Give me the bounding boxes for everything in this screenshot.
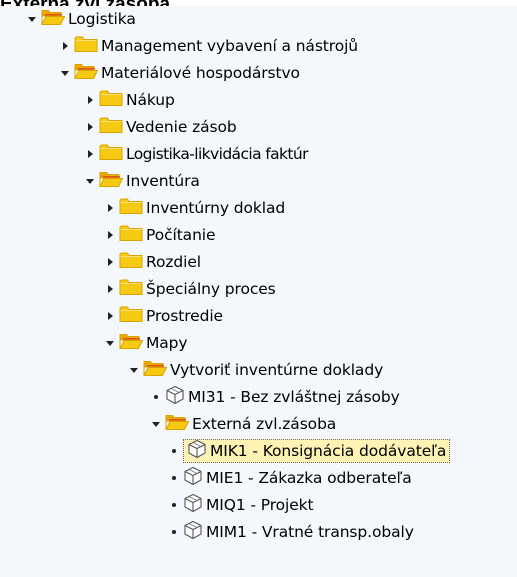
folder-icon <box>99 89 123 111</box>
tree-node-label: Prostredie <box>146 307 223 325</box>
tree-node-logistika[interactable]: Logistika <box>0 6 517 32</box>
tree-node-specialny-proces[interactable]: Špeciálny proces <box>0 276 517 302</box>
tree-node-inventurny-doklad[interactable]: Inventúrny doklad <box>0 195 517 221</box>
folder-icon <box>119 224 143 246</box>
expand-arrow-down-icon[interactable] <box>128 364 140 376</box>
folder-icon <box>119 251 143 273</box>
tree-node-label: Management vybavení a nástrojů <box>101 37 359 55</box>
tree-node-mi31-bez-zvlastnej-zasoby[interactable]: MI31 - Bez zvláštnej zásoby <box>0 384 517 410</box>
tree-node-materialove-hospodarstvo[interactable]: Materiálové hospodárstvo <box>0 60 517 86</box>
transaction-cube-icon <box>165 385 185 409</box>
tree-node-mim1-vratne-transp-obaly[interactable]: MIM1 - Vratné transp.obaly <box>0 519 517 545</box>
selection-highlight[interactable]: MIK1 - Konsignácia dodávateľa <box>183 439 451 463</box>
expand-arrow-down-icon[interactable] <box>150 418 162 430</box>
bullet-icon <box>168 499 180 511</box>
expand-arrow-down-icon[interactable] <box>104 337 116 349</box>
tree-node-label: MIM1 - Vratné transp.obaly <box>206 523 414 541</box>
folder-open-icon <box>119 332 144 354</box>
tree-node-vytvorit-inventurne-doklady[interactable]: Vytvoriť inventúrne doklady <box>0 357 517 383</box>
transaction-cube-icon <box>187 439 207 463</box>
folder-open-icon <box>99 170 124 192</box>
tree-node-externa-zvl-zasoba[interactable]: Externá zvl.zásoba <box>0 411 517 437</box>
tree-node-logistika-likvidacia-faktur[interactable]: Logistika-likvidácia faktúr <box>0 141 517 167</box>
tree-node-label: MIQ1 - Projekt <box>206 496 314 514</box>
tree-node-nakup[interactable]: Nákup <box>0 87 517 113</box>
tree-node-label: MIK1 - Konsignácia dodávateľa <box>210 442 447 460</box>
tree-node-label: Inventúrny doklad <box>146 199 286 217</box>
expand-arrow-down-icon[interactable] <box>59 67 71 79</box>
tree-node-management-vybaveni-a-nastroju[interactable]: Management vybavení a nástrojů <box>0 33 517 59</box>
folder-open-icon <box>41 8 66 30</box>
tree-node-inventura[interactable]: Inventúra <box>0 168 517 194</box>
folder-open-icon <box>143 359 168 381</box>
expand-arrow-down-icon[interactable] <box>26 13 38 25</box>
tree-node-label: Inventúra <box>126 172 200 190</box>
tree-node-miq1-projekt[interactable]: MIQ1 - Projekt <box>0 492 517 518</box>
expand-arrow-right-icon[interactable] <box>104 229 116 241</box>
folder-icon <box>74 35 98 57</box>
tree-node-mik1-konsignacia-dodavatela[interactable]: MIK1 - Konsignácia dodávateľa <box>0 438 517 464</box>
expand-arrow-right-icon[interactable] <box>84 94 96 106</box>
tree-node-mapy[interactable]: Mapy <box>0 330 517 356</box>
bullet-icon <box>168 472 180 484</box>
folder-icon <box>119 305 143 327</box>
tree-node-label: MI31 - Bez zvláštnej zásoby <box>188 388 400 406</box>
transaction-cube-icon <box>183 466 203 490</box>
transaction-cube-icon <box>183 520 203 544</box>
folder-icon <box>119 197 143 219</box>
menu-tree: Logistika Management vybavení a nástrojů… <box>0 6 517 577</box>
tree-node-mie1-zakazka-odberatela[interactable]: MIE1 - Zákazka odberateľa <box>0 465 517 491</box>
bullet-icon <box>168 526 180 538</box>
expand-arrow-right-icon[interactable] <box>104 202 116 214</box>
expand-arrow-right-icon[interactable] <box>84 121 96 133</box>
folder-icon <box>99 143 123 165</box>
bullet-icon <box>150 391 162 403</box>
tree-node-label: Rozdiel <box>146 253 201 271</box>
tree-node-label: MIE1 - Zákazka odberateľa <box>206 469 412 487</box>
folder-open-icon <box>165 413 190 435</box>
transaction-cube-icon <box>183 493 203 517</box>
expand-arrow-right-icon[interactable] <box>84 148 96 160</box>
folder-open-icon <box>74 62 99 84</box>
tree-node-label: Vedenie zásob <box>126 118 237 136</box>
tree-node-label: Logistika-likvidácia faktúr <box>126 145 309 163</box>
tree-node-label: Mapy <box>146 334 188 352</box>
tree-node-vedenie-zasob[interactable]: Vedenie zásob <box>0 114 517 140</box>
expand-arrow-right-icon[interactable] <box>104 310 116 322</box>
expand-arrow-down-icon[interactable] <box>84 175 96 187</box>
tree-node-label: Materiálové hospodárstvo <box>101 64 300 82</box>
tree-node-pocitanie[interactable]: Počítanie <box>0 222 517 248</box>
expand-arrow-right-icon[interactable] <box>59 40 71 52</box>
folder-icon <box>99 116 123 138</box>
folder-icon <box>119 278 143 300</box>
tree-node-label: Špeciálny proces <box>146 280 276 298</box>
bullet-icon <box>168 445 180 457</box>
expand-arrow-right-icon[interactable] <box>104 283 116 295</box>
expand-arrow-right-icon[interactable] <box>104 256 116 268</box>
tree-node-label: Počítanie <box>146 226 216 244</box>
tree-node-label: Nákup <box>126 91 175 109</box>
tree-node-label: Vytvoriť inventúrne doklady <box>170 361 384 379</box>
tree-node-prostredie[interactable]: Prostredie <box>0 303 517 329</box>
tree-node-label: Externá zvl.zásoba <box>192 415 337 433</box>
tree-node-rozdiel[interactable]: Rozdiel <box>0 249 517 275</box>
tree-node-label: Logistika <box>68 10 136 28</box>
